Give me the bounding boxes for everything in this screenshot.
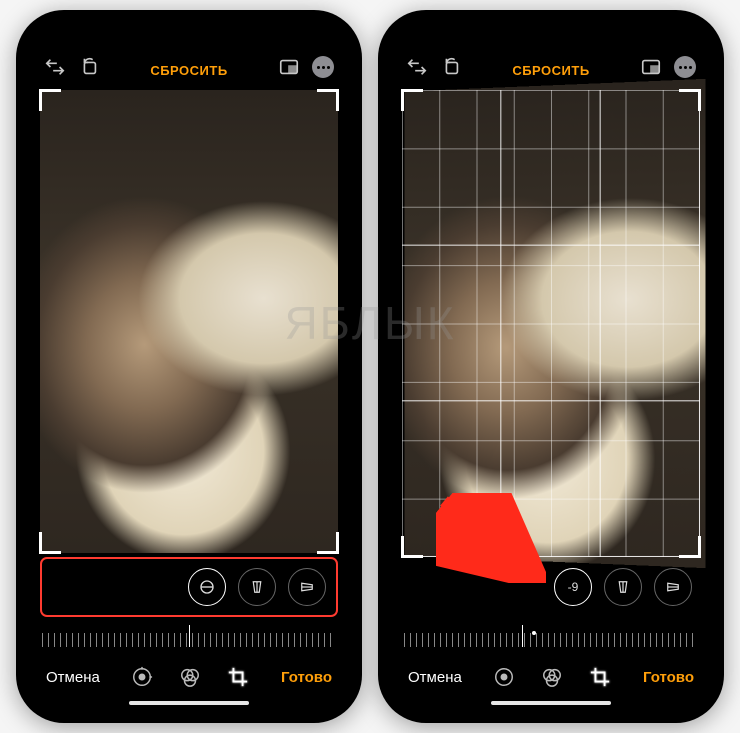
straighten-button[interactable] <box>188 568 226 606</box>
home-indicator[interactable] <box>491 701 611 705</box>
annotation-arrow <box>436 493 546 583</box>
phone-right: СБРОСИТЬ -9 <box>378 10 724 723</box>
home-indicator[interactable] <box>129 701 249 705</box>
dial-ticks <box>404 633 698 647</box>
crop-mode-icon[interactable] <box>227 666 249 688</box>
filters-mode-icon[interactable] <box>541 666 563 688</box>
photo-image <box>40 90 338 553</box>
notch <box>109 22 269 50</box>
done-button[interactable]: Готово <box>281 669 332 686</box>
screen: СБРОСИТЬ <box>28 22 350 711</box>
dial-center-indicator <box>189 625 190 647</box>
edit-modes <box>472 666 633 688</box>
angle-dial[interactable] <box>404 619 698 655</box>
aspect-ratio-icon[interactable] <box>640 56 662 78</box>
phone-left: СБРОСИТЬ <box>16 10 362 723</box>
flip-icon[interactable] <box>44 56 66 78</box>
dial-center-indicator <box>522 625 523 647</box>
rotate-icon[interactable] <box>440 56 462 78</box>
done-button[interactable]: Готово <box>643 669 694 686</box>
reset-button[interactable]: СБРОСИТЬ <box>474 63 628 78</box>
adjust-mode-icon[interactable] <box>493 666 515 688</box>
reset-button[interactable]: СБРОСИТЬ <box>112 63 266 78</box>
photo-canvas[interactable] <box>40 90 338 553</box>
crop-mode-icon[interactable] <box>589 666 611 688</box>
screen: СБРОСИТЬ -9 <box>390 22 712 711</box>
straighten-value: -9 <box>568 580 579 594</box>
straighten-button[interactable]: -9 <box>554 568 592 606</box>
aspect-ratio-icon[interactable] <box>278 56 300 78</box>
filters-mode-icon[interactable] <box>179 666 201 688</box>
notch <box>471 22 631 50</box>
more-icon[interactable] <box>674 56 696 78</box>
more-icon[interactable] <box>312 56 334 78</box>
rotate-icon[interactable] <box>78 56 100 78</box>
vertical-perspective-button[interactable] <box>604 568 642 606</box>
horizontal-perspective-button[interactable] <box>288 568 326 606</box>
vertical-perspective-button[interactable] <box>238 568 276 606</box>
photo-canvas[interactable] <box>402 90 700 557</box>
angle-dial[interactable] <box>42 619 336 655</box>
flip-icon[interactable] <box>406 56 428 78</box>
cancel-button[interactable]: Отмена <box>46 669 100 686</box>
perspective-tools-row <box>40 557 338 617</box>
horizontal-perspective-button[interactable] <box>654 568 692 606</box>
edit-modes <box>110 666 271 688</box>
cancel-button[interactable]: Отмена <box>408 669 462 686</box>
adjust-mode-icon[interactable] <box>131 666 153 688</box>
